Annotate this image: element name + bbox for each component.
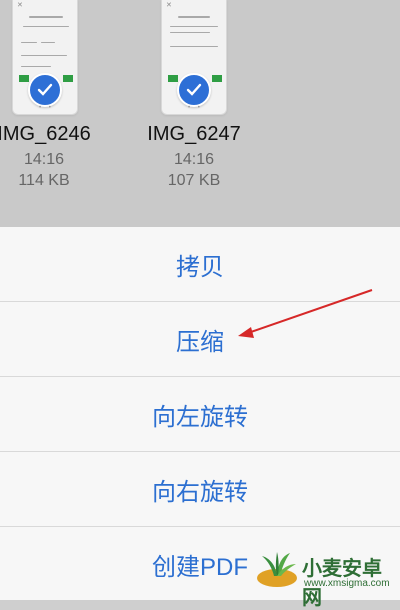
watermark-url: www.xmsigma.com: [304, 578, 390, 589]
file-thumbnail[interactable]: ✕ • •: [12, 0, 78, 115]
file-size: 114 KB: [18, 172, 70, 189]
logo-icon: [257, 552, 297, 587]
compress-button[interactable]: 压缩: [0, 302, 400, 377]
checkmark-icon[interactable]: [177, 73, 211, 107]
close-icon: ✕: [166, 2, 172, 9]
watermark: 小麦安卓网 www.xmsigma.com: [254, 546, 394, 609]
file-thumbnail[interactable]: ✕ • •: [161, 0, 227, 115]
file-size: 107 KB: [167, 172, 221, 189]
close-icon: ✕: [17, 2, 23, 9]
action-sheet: 拷贝 压缩 向左旋转 向右旋转 创建PDF: [0, 227, 400, 600]
rotate-left-button[interactable]: 向左旋转: [0, 377, 400, 452]
page-dots: • •: [39, 105, 54, 111]
page-dots: • •: [188, 105, 203, 111]
file-name: IMG_6247: [147, 123, 241, 145]
copy-button[interactable]: 拷贝: [0, 227, 400, 302]
file-name: IMG_6246: [0, 123, 91, 145]
file-grid: ✕ • • IMG_6246 14:16 114 KB ✕ • • IMG_62…: [0, 0, 400, 230]
file-time: 14:16: [23, 151, 65, 168]
rotate-right-button[interactable]: 向右旋转: [0, 452, 400, 527]
checkmark-icon[interactable]: [28, 73, 62, 107]
file-time: 14:16: [173, 151, 215, 168]
